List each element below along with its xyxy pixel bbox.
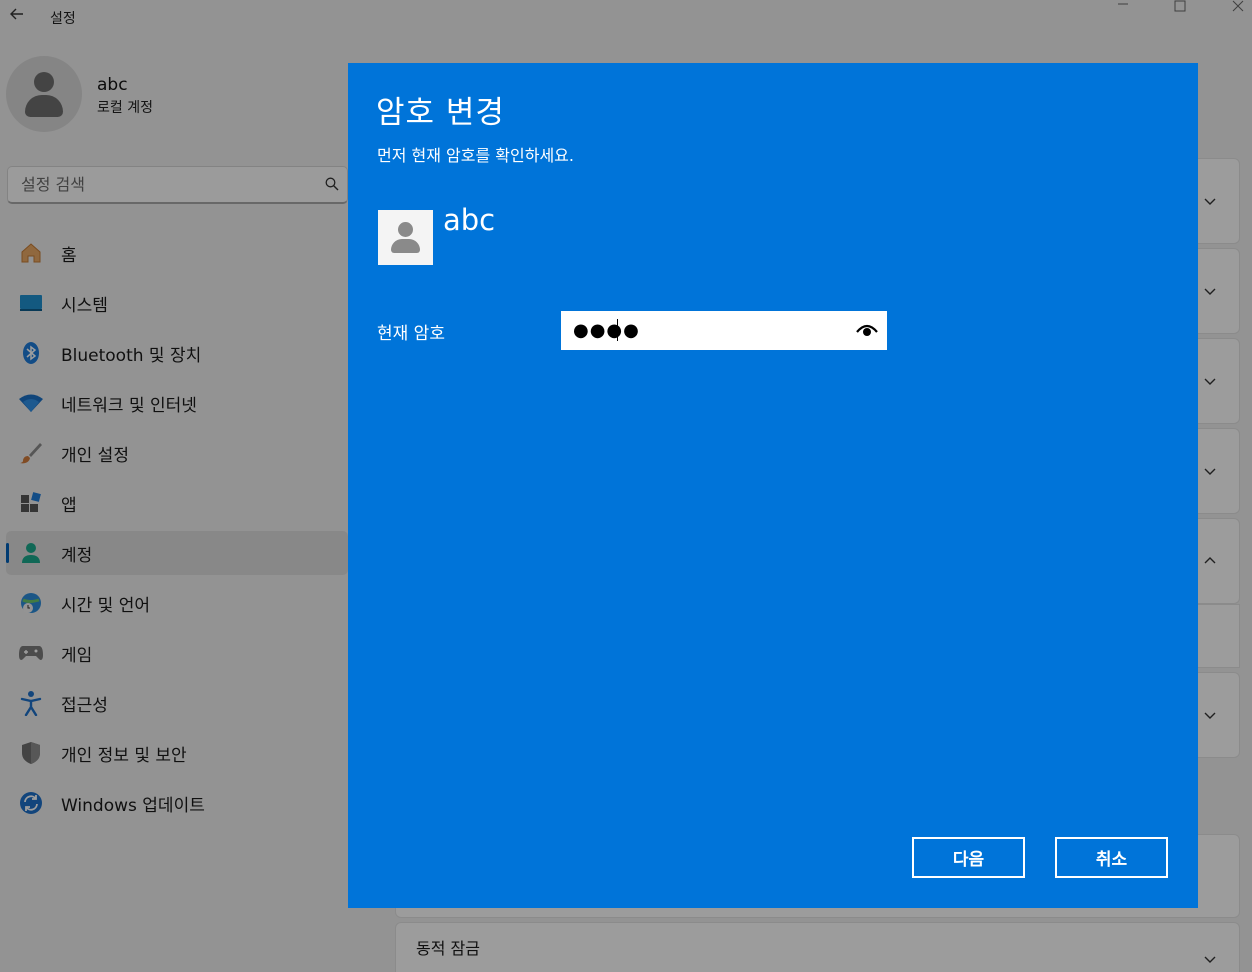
sidebar-item-system[interactable]: 시스템 (6, 281, 348, 325)
brush-icon (18, 440, 44, 466)
dialog-username: abc (443, 203, 496, 237)
maximize-icon (1174, 0, 1186, 12)
settings-card-dynamic-lock[interactable]: 동적 잠금 (395, 922, 1240, 972)
sidebar-item-label: 게임 (61, 645, 93, 666)
close-icon (1232, 0, 1244, 12)
search-icon[interactable] (325, 177, 339, 191)
cancel-button[interactable]: 취소 (1055, 837, 1168, 878)
current-password-field[interactable] (561, 311, 887, 350)
bluetooth-icon (18, 340, 44, 366)
change-password-dialog: 암호 변경 먼저 현재 암호를 확인하세요. abc 현재 암호 다음 취소 (348, 63, 1198, 908)
sidebar-item-personalization[interactable]: 개인 설정 (6, 431, 348, 475)
text-caret (617, 319, 618, 341)
close-button[interactable] (1228, 0, 1248, 16)
chevron-down-icon (1204, 956, 1216, 963)
sidebar-item-label: 개인 설정 (61, 445, 129, 466)
profile-account-type: 로컬 계정 (97, 100, 153, 116)
chevron-up-icon (1204, 557, 1216, 564)
search-input[interactable] (8, 167, 298, 201)
sidebar-nav: 홈 시스템 Bluetooth 및 장치 네트워크 및 인터넷 개인 설정 앱 … (6, 231, 348, 831)
sidebar-item-privacy[interactable]: 개인 정보 및 보안 (6, 731, 348, 775)
accessibility-icon (18, 690, 44, 716)
user-avatar (378, 210, 433, 265)
reveal-password-icon[interactable] (856, 322, 878, 338)
sidebar-item-label: 개인 정보 및 보안 (61, 745, 187, 766)
sidebar-item-accounts[interactable]: 계정 (6, 531, 348, 575)
apps-icon (18, 490, 44, 516)
chevron-down-icon (1204, 712, 1216, 719)
sidebar-item-windows-update[interactable]: Windows 업데이트 (6, 781, 348, 825)
sidebar-item-time-language[interactable]: 시간 및 언어 (6, 581, 348, 625)
avatar-head (398, 222, 413, 237)
avatar-body (391, 239, 420, 253)
profile-avatar[interactable] (6, 56, 82, 132)
sidebar-item-label: 시스템 (61, 295, 108, 316)
chevron-down-icon (1204, 468, 1216, 475)
current-password-input[interactable] (561, 311, 841, 350)
sidebar-item-bluetooth[interactable]: Bluetooth 및 장치 (6, 331, 348, 375)
dialog-title: 암호 변경 (376, 95, 505, 131)
wifi-icon (18, 390, 44, 416)
sidebar-item-label: 계정 (61, 545, 93, 566)
avatar-body (25, 95, 63, 117)
search-box[interactable] (7, 166, 348, 204)
sidebar-item-label: 홈 (61, 245, 77, 266)
app-title: 설정 (50, 11, 76, 27)
sidebar-item-label: 접근성 (61, 695, 108, 716)
chevron-down-icon (1204, 288, 1216, 295)
sidebar-item-label: Windows 업데이트 (61, 795, 205, 816)
system-icon (18, 290, 44, 316)
dialog-subtitle: 먼저 현재 암호를 확인하세요. (377, 146, 574, 165)
avatar-head (34, 72, 54, 92)
next-button[interactable]: 다음 (912, 837, 1025, 878)
home-icon (18, 240, 44, 266)
globe-clock-icon (18, 590, 44, 616)
sidebar-item-label: 앱 (61, 495, 77, 516)
back-button[interactable] (6, 6, 28, 28)
chevron-down-icon (1204, 378, 1216, 385)
back-arrow-icon (10, 8, 23, 20)
title-bar: 설정 (0, 0, 1252, 36)
update-icon (18, 790, 44, 816)
sidebar-item-label: 네트워크 및 인터넷 (61, 395, 197, 416)
maximize-button[interactable] (1170, 0, 1190, 16)
sidebar-item-label: Bluetooth 및 장치 (61, 345, 202, 366)
sidebar-item-accessibility[interactable]: 접근성 (6, 681, 348, 725)
minimize-button[interactable] (1113, 0, 1133, 16)
shield-icon (18, 740, 44, 766)
chevron-down-icon (1204, 198, 1216, 205)
sidebar-item-gaming[interactable]: 게임 (6, 631, 348, 675)
sidebar-item-label: 시간 및 언어 (61, 595, 151, 616)
card-label-dynamic-lock: 동적 잠금 (416, 939, 480, 958)
sidebar-item-apps[interactable]: 앱 (6, 481, 348, 525)
gamepad-icon (18, 640, 44, 666)
sidebar-item-network[interactable]: 네트워크 및 인터넷 (6, 381, 348, 425)
current-password-label: 현재 암호 (377, 324, 445, 344)
accounts-icon (18, 540, 44, 566)
minimize-icon (1118, 3, 1128, 5)
profile-name: abc (97, 75, 128, 95)
sidebar-item-home[interactable]: 홈 (6, 231, 348, 275)
